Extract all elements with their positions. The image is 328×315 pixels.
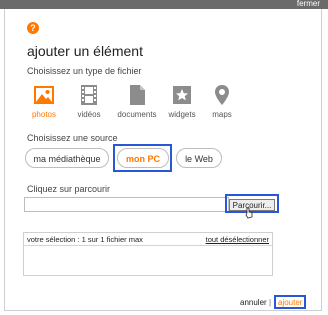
cancel-link[interactable]: annuler <box>240 298 267 307</box>
file-type-label: documents <box>117 110 157 119</box>
dialog-title: ajouter un élément <box>27 43 143 59</box>
source-web[interactable]: le Web <box>176 148 222 168</box>
file-type-widgets[interactable]: widgets <box>162 84 202 119</box>
file-path-input[interactable] <box>24 197 229 212</box>
file-type-label: vidéos <box>77 110 101 119</box>
hand-cursor-icon <box>245 207 253 219</box>
file-type-documents[interactable]: documents <box>117 84 157 119</box>
file-type-videos[interactable]: vidéos <box>69 84 109 119</box>
selection-status: votre sélection : 1 sur 1 fichier max <box>27 235 143 244</box>
highlight-frame-add <box>274 295 306 309</box>
source-media-library[interactable]: ma médiathèque <box>25 148 109 168</box>
map-pin-icon <box>211 84 233 106</box>
deselect-all-link[interactable]: tout désélectionner <box>206 235 269 244</box>
selection-divider <box>24 245 272 246</box>
selection-box: votre sélection : 1 sur 1 fichier max to… <box>23 232 273 276</box>
film-icon <box>78 84 100 106</box>
widget-icon <box>171 84 193 106</box>
browse-prompt: Cliquez sur parcourir <box>27 184 111 194</box>
file-type-label: photos <box>31 110 57 119</box>
window-top-bar: fermer <box>0 0 328 9</box>
file-type-photos[interactable]: photos <box>24 84 64 119</box>
photo-icon <box>33 84 55 106</box>
document-icon <box>126 84 148 106</box>
file-type-maps[interactable]: maps <box>202 84 242 119</box>
highlight-frame-source <box>113 144 172 172</box>
close-link[interactable]: fermer <box>297 0 320 8</box>
footer-separator: | <box>269 298 272 307</box>
file-type-prompt: Choisissez un type de fichier <box>27 66 142 76</box>
file-type-label: maps <box>212 110 232 119</box>
file-type-label: widgets <box>168 110 196 119</box>
source-prompt: Choisissez une source <box>27 133 118 143</box>
help-icon[interactable]: ? <box>27 22 39 34</box>
